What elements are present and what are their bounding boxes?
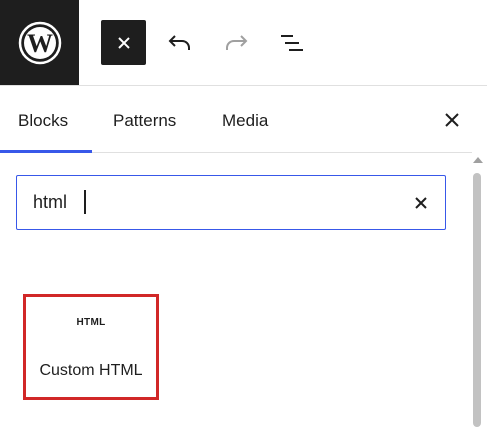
- block-item-label: Custom HTML: [39, 362, 143, 379]
- redo-icon: [225, 34, 247, 50]
- undo-icon: [168, 34, 190, 50]
- html-icon: HTML: [76, 317, 106, 328]
- text-caret: [84, 190, 86, 214]
- tab-blocks[interactable]: Blocks: [0, 86, 93, 153]
- scroll-up-arrow-icon[interactable]: [473, 157, 483, 163]
- list-view-button[interactable]: [269, 20, 314, 65]
- undo-button[interactable]: [157, 20, 202, 65]
- scrollbar-thumb[interactable]: [473, 173, 481, 427]
- search-input[interactable]: [33, 188, 393, 216]
- wordpress-logo-button[interactable]: W: [0, 0, 79, 85]
- close-icon: [117, 36, 130, 49]
- tab-media[interactable]: Media: [222, 86, 268, 152]
- tab-patterns[interactable]: Patterns: [113, 86, 176, 152]
- block-search: [16, 175, 446, 230]
- block-item-custom-html[interactable]: HTML Custom HTML: [23, 294, 159, 400]
- close-icon: [415, 197, 427, 209]
- close-inserter-button[interactable]: [101, 20, 146, 65]
- list-view-icon: [280, 34, 303, 51]
- svg-text:W: W: [27, 29, 53, 58]
- editor-top-toolbar: W: [0, 0, 487, 86]
- inserter-tabs: Blocks Patterns Media: [0, 86, 472, 153]
- clear-search-button[interactable]: [409, 191, 433, 215]
- scrollbar[interactable]: [472, 153, 484, 427]
- close-icon: [445, 113, 459, 127]
- redo-button[interactable]: [213, 20, 258, 65]
- close-panel-button[interactable]: [437, 105, 467, 135]
- wordpress-icon: W: [18, 21, 61, 64]
